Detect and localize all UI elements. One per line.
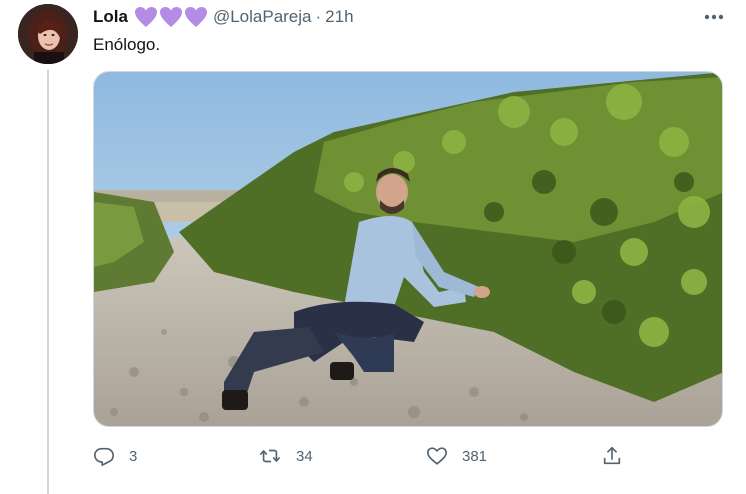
like-icon xyxy=(427,447,447,465)
reply-icon xyxy=(94,447,114,466)
tweet-photo[interactable] xyxy=(93,71,723,427)
author-handle[interactable]: @LolaPareja xyxy=(213,7,312,27)
reply-button[interactable]: 3 xyxy=(93,440,137,472)
reply-count: 3 xyxy=(129,447,138,465)
avatar-image xyxy=(18,4,78,64)
purple-heart-icon xyxy=(184,7,207,27)
share-icon xyxy=(603,446,621,465)
tweet-actions: 3 34 381 xyxy=(93,440,633,472)
name-emojis xyxy=(134,6,208,28)
like-count: 381 xyxy=(462,447,488,465)
author-name[interactable]: Lola xyxy=(93,7,128,27)
thread-line xyxy=(47,70,49,494)
avatar[interactable] xyxy=(18,4,78,64)
retweet-icon xyxy=(259,449,281,463)
retweet-button[interactable]: 34 xyxy=(258,440,313,472)
purple-heart-icon xyxy=(134,7,157,27)
more-icon xyxy=(704,14,724,20)
tweet-header: Lola @LolaPareja · 21h xyxy=(93,6,354,28)
retweet-count: 34 xyxy=(296,447,313,465)
like-button[interactable]: 381 xyxy=(426,440,487,472)
vineyard-photo xyxy=(94,72,722,426)
more-button[interactable] xyxy=(700,6,728,28)
tweet-time[interactable]: 21h xyxy=(325,7,353,27)
share-button[interactable] xyxy=(601,440,623,472)
separator-dot: · xyxy=(315,7,322,26)
purple-heart-icon xyxy=(159,7,182,27)
tweet-text: Enólogo. xyxy=(93,35,161,54)
